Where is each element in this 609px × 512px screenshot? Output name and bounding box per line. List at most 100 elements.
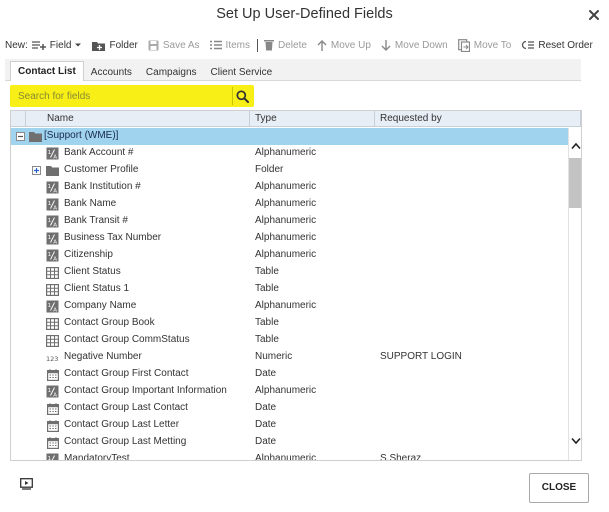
arrow-up-icon bbox=[317, 39, 327, 51]
close-button[interactable]: CLOSE bbox=[529, 473, 589, 503]
dialog-footer: CLOSE bbox=[0, 461, 609, 512]
header-spacer bbox=[11, 111, 26, 127]
alphanumeric-icon: 1A bbox=[46, 198, 59, 211]
root-folder-name: [Support (WME)] bbox=[44, 130, 119, 141]
table-row[interactable]: 1 A Bank Transit # Alphanumeric bbox=[11, 213, 568, 230]
table-row[interactable]: Client Status Table bbox=[11, 264, 568, 281]
new-field-button[interactable]: Field bbox=[31, 40, 83, 51]
table-row[interactable]: 1 A Bank Name Alphanumeric bbox=[11, 196, 568, 213]
field-type: Table bbox=[255, 317, 279, 328]
save-as-button[interactable]: Save As bbox=[148, 40, 200, 51]
field-type: Date bbox=[255, 436, 277, 447]
title-bar: Set Up User-Defined Fields bbox=[0, 0, 609, 31]
table-icon bbox=[46, 266, 59, 279]
new-folder-button[interactable]: Folder bbox=[92, 40, 138, 51]
field-type: Date bbox=[255, 368, 277, 379]
items-button[interactable]: Items bbox=[209, 40, 250, 51]
svg-text:1: 1 bbox=[48, 235, 52, 241]
field-name: Contact Group CommStatus bbox=[64, 334, 190, 345]
tree-root-row[interactable]: [Support (WME)] bbox=[11, 128, 568, 145]
alphanumeric-icon: 1A bbox=[46, 453, 59, 460]
column-requested-by-header[interactable]: Requested by bbox=[375, 111, 581, 127]
move-to-button[interactable]: Move To bbox=[457, 38, 511, 52]
table-row[interactable]: Client Status 1 Table bbox=[11, 281, 568, 298]
chevron-down-icon bbox=[75, 43, 82, 47]
field-name: Contact Group Last Contact bbox=[64, 402, 188, 413]
scrollbar-thumb[interactable] bbox=[569, 158, 581, 208]
field-name: Contact Group Last Metting bbox=[64, 436, 187, 447]
field-name: MandatoryTest bbox=[64, 453, 130, 461]
close-icon[interactable] bbox=[588, 9, 600, 21]
table-row[interactable]: Contact Group Last Contact Date bbox=[11, 400, 568, 417]
tab-accounts[interactable]: Accounts bbox=[84, 63, 139, 81]
table-row[interactable]: Contact Group CommStatus Table bbox=[11, 332, 568, 349]
column-type-header[interactable]: Type bbox=[250, 111, 375, 127]
svg-text:1: 1 bbox=[48, 184, 52, 190]
alphanumeric-icon: 1A bbox=[46, 385, 59, 398]
table-row[interactable]: Contact Group Book Table bbox=[11, 315, 568, 332]
svg-text:1: 1 bbox=[48, 201, 52, 207]
alphanumeric-icon: 1A bbox=[46, 249, 59, 262]
table-row[interactable]: 1 A Bank Account # Alphanumeric bbox=[11, 145, 568, 162]
table-row[interactable]: 1A MandatoryTest Alphanumeric S.Sheraz bbox=[11, 451, 568, 461]
scroll-down-icon[interactable] bbox=[571, 437, 581, 445]
list-icon bbox=[209, 40, 222, 50]
delete-label: Delete bbox=[278, 39, 307, 51]
numeric-icon: 123 bbox=[46, 351, 59, 364]
calendar-icon bbox=[46, 402, 59, 415]
reset-order-button[interactable]: Reset Order bbox=[521, 40, 593, 51]
scroll-up-icon[interactable] bbox=[571, 142, 581, 150]
table-row[interactable]: 123 Negative Number Numeric SUPPORT LOGIN bbox=[11, 349, 568, 366]
collapse-toggle-icon[interactable] bbox=[16, 132, 25, 141]
toolbar: New: Field Folder Save As Items Delete M… bbox=[5, 37, 603, 53]
field-type: Folder bbox=[255, 164, 284, 175]
alphanumeric-icon: 1A bbox=[46, 181, 59, 194]
table-row[interactable]: Contact Group Last Metting Date bbox=[11, 434, 568, 451]
field-type: Alphanumeric bbox=[255, 385, 317, 396]
tab-contact-list[interactable]: Contact List bbox=[10, 61, 84, 81]
table-row[interactable]: Contact Group First Contact Date bbox=[11, 366, 568, 383]
play-video-icon[interactable] bbox=[20, 478, 33, 490]
move-up-button[interactable]: Move Up bbox=[317, 40, 371, 51]
expand-toggle-icon[interactable] bbox=[32, 166, 41, 175]
table-row[interactable]: Customer Profile Folder bbox=[11, 162, 568, 179]
move-down-button[interactable]: Move Down bbox=[381, 39, 448, 51]
save-icon bbox=[148, 40, 159, 50]
table-row[interactable]: 1 A Bank Institution # Alphanumeric bbox=[11, 179, 568, 196]
svg-text:1: 1 bbox=[48, 252, 52, 258]
column-name-header[interactable]: Name bbox=[42, 111, 250, 127]
field-type: Alphanumeric bbox=[255, 181, 317, 192]
move-down-label: Move Down bbox=[394, 39, 448, 51]
tab-campaigns[interactable]: Campaigns bbox=[139, 63, 204, 81]
table-icon bbox=[46, 317, 59, 330]
table-row[interactable]: 1 A Company Name Alphanumeric bbox=[11, 298, 568, 315]
vertical-scrollbar[interactable] bbox=[568, 128, 581, 460]
table-row[interactable]: 1 A Citizenship Alphanumeric bbox=[11, 247, 568, 264]
svg-text:1: 1 bbox=[48, 388, 52, 394]
trash-icon bbox=[264, 40, 274, 51]
svg-text:1: 1 bbox=[48, 150, 52, 156]
field-type: Alphanumeric bbox=[255, 453, 317, 461]
add-folder-icon bbox=[92, 41, 106, 51]
grid-header: Name Type Requested by bbox=[11, 111, 581, 127]
table-row[interactable]: 1 A Contact Group Important Information Alp… bbox=[11, 383, 568, 400]
field-name: Bank Institution # bbox=[64, 181, 141, 192]
table-row[interactable]: Contact Group Last Letter Date bbox=[11, 417, 568, 434]
svg-text:A: A bbox=[53, 308, 57, 314]
search-input[interactable] bbox=[10, 85, 232, 107]
search-button[interactable] bbox=[232, 87, 252, 105]
delete-button[interactable]: Delete bbox=[264, 39, 307, 51]
field-type: Table bbox=[255, 283, 279, 294]
grid-rows: [Support (WME)] 1 A Bank Account # Alphanume… bbox=[11, 128, 568, 461]
search-box bbox=[10, 85, 254, 107]
table-row[interactable]: 1 A Business Tax Number Alphanumeric bbox=[11, 230, 568, 247]
field-name: Business Tax Number bbox=[64, 232, 162, 243]
field-type: Alphanumeric bbox=[255, 249, 317, 260]
calendar-icon bbox=[46, 419, 59, 432]
field-name: Contact Group Last Letter bbox=[64, 419, 180, 430]
svg-text:A: A bbox=[53, 240, 57, 246]
field-type: Alphanumeric bbox=[255, 147, 317, 158]
field-name: Bank Account # bbox=[64, 147, 134, 158]
svg-text:A: A bbox=[53, 393, 57, 399]
tab-client-service[interactable]: Client Service bbox=[204, 63, 280, 81]
